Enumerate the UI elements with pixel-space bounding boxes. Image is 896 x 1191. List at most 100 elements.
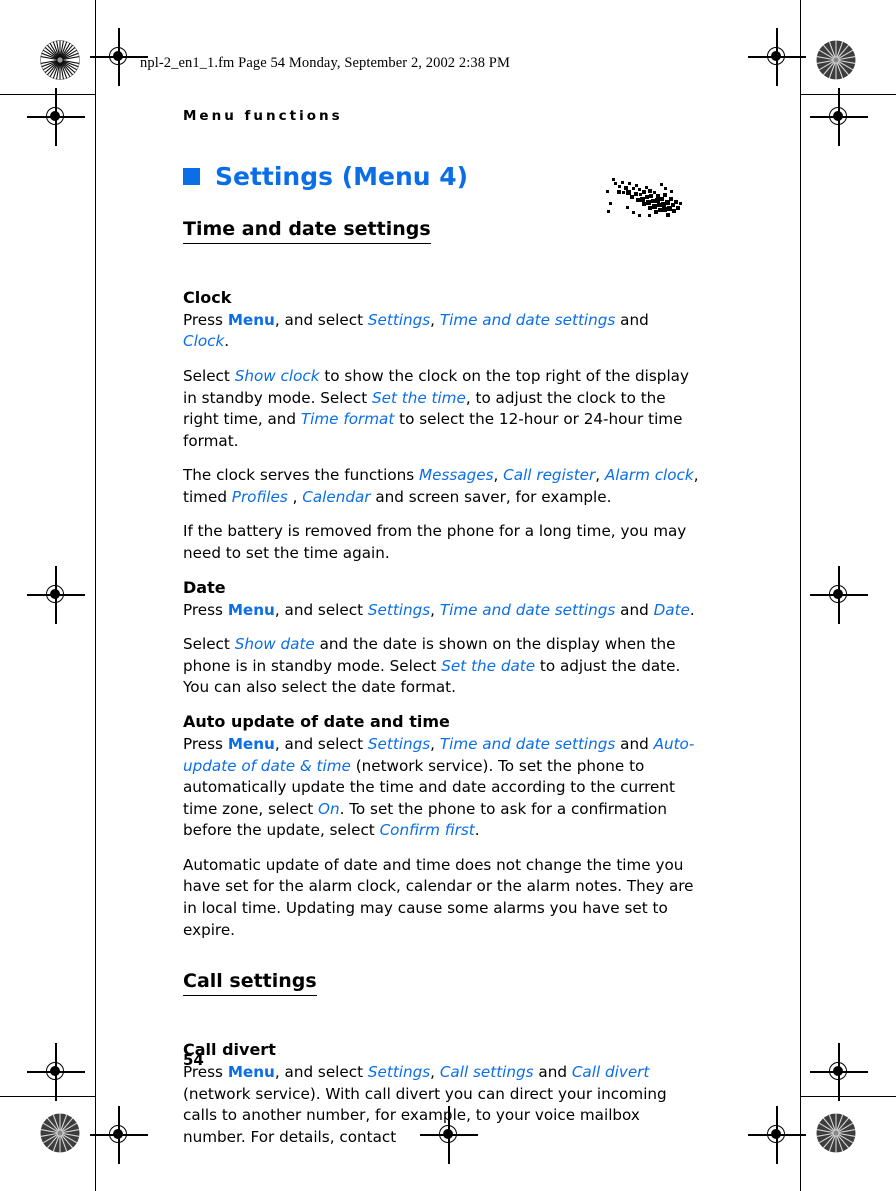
text-run: and bbox=[615, 310, 649, 329]
menu-item-reference: Messages bbox=[419, 466, 494, 485]
star-density-target-bottom-left bbox=[40, 1113, 80, 1153]
body-paragraph: If the battery is removed from the phone… bbox=[183, 521, 699, 564]
text-run: . bbox=[474, 821, 480, 840]
body-paragraph: Select Show clock to show the clock on t… bbox=[183, 366, 699, 452]
registration-target-upper-right bbox=[810, 88, 868, 146]
file-header-stamp: npl-2_en1_1.fm Page 54 Monday, September… bbox=[140, 55, 510, 71]
menu-item-reference: Date bbox=[653, 600, 690, 619]
star-density-target-bottom-right bbox=[816, 1113, 856, 1153]
trim-line-bottom-right bbox=[801, 1096, 896, 1098]
body-paragraph: Press Menu, and select Settings, Time an… bbox=[183, 600, 699, 622]
text-run: , and select bbox=[274, 600, 368, 619]
registration-target-bottom-left bbox=[90, 1106, 148, 1164]
text-run: Press bbox=[183, 310, 228, 329]
menu-item-reference: Time format bbox=[300, 410, 395, 429]
page-number: 54 bbox=[183, 1051, 204, 1069]
section: Time and date settings bbox=[183, 218, 699, 266]
body-paragraph: Press Menu, and select Settings, Call se… bbox=[183, 1062, 699, 1148]
body-paragraph: Press Menu, and select Settings, Time an… bbox=[183, 734, 699, 842]
text-run: and screen saver, for example. bbox=[370, 487, 612, 506]
text-run: . bbox=[689, 600, 695, 619]
menu-item-reference: Call settings bbox=[439, 1062, 534, 1081]
trim-line-top-left bbox=[0, 94, 95, 96]
section-heading: Time and date settings bbox=[183, 218, 431, 244]
running-head: Menu functions bbox=[183, 108, 343, 124]
text-run: , and select bbox=[274, 1062, 368, 1081]
document-page: npl-2_en1_1.fm Page 54 Monday, September… bbox=[0, 0, 896, 1191]
text-run: , bbox=[493, 466, 504, 485]
section: Call settings bbox=[183, 970, 699, 1018]
sections-container: Time and date settings Clock Press Menu, a… bbox=[183, 218, 699, 1148]
key-label: Menu bbox=[227, 734, 275, 753]
body-paragraph: Select Show date and the date is shown o… bbox=[183, 634, 699, 699]
menu-item-reference: Settings bbox=[367, 734, 431, 753]
trim-line-top-right bbox=[801, 94, 896, 96]
text-run: and bbox=[615, 734, 654, 753]
body-paragraph: Press Menu, and select Settings, Time an… bbox=[183, 310, 699, 353]
text-run: and bbox=[615, 600, 654, 619]
registration-target-top-right bbox=[748, 28, 806, 86]
text-run: The clock serves the functions bbox=[183, 466, 420, 485]
text-run: Select bbox=[183, 367, 235, 385]
text-run: and bbox=[533, 1062, 572, 1081]
menu-item-reference: Settings bbox=[367, 310, 431, 329]
chapter-title-row: Settings (Menu 4) bbox=[183, 164, 699, 189]
text-run: Press bbox=[183, 734, 228, 753]
registration-target-top-left bbox=[90, 28, 148, 86]
menu-item-reference: Show date bbox=[234, 635, 315, 654]
square-bullet-icon bbox=[183, 168, 200, 185]
trim-line-right bbox=[800, 0, 802, 1191]
menu-item-reference: Show clock bbox=[234, 367, 320, 385]
text-run: , bbox=[430, 734, 440, 753]
text-run: , bbox=[287, 487, 303, 506]
text-run: , and select bbox=[274, 734, 368, 753]
subsection-heading: Auto update of date and time bbox=[183, 711, 450, 731]
subsection-heading: Date bbox=[183, 577, 226, 597]
text-run: , bbox=[430, 310, 440, 329]
subsection-heading: Clock bbox=[183, 287, 232, 307]
menu-item-reference: Set the date bbox=[441, 656, 536, 675]
text-run: Press bbox=[183, 600, 228, 619]
menu-item-reference: Clock bbox=[183, 332, 225, 351]
text-run: , and select bbox=[274, 310, 368, 329]
trim-line-bottom-left bbox=[0, 1096, 95, 1098]
subsection-heading: Call divert bbox=[183, 1039, 276, 1059]
text-run: , bbox=[430, 1062, 440, 1081]
menu-item-reference: Time and date settings bbox=[439, 734, 616, 753]
menu-item-reference: Call divert bbox=[571, 1062, 650, 1081]
text-run: . bbox=[224, 332, 230, 351]
registration-target-mid-left bbox=[27, 566, 85, 624]
key-label: Menu bbox=[227, 310, 275, 329]
text-run: , bbox=[595, 466, 605, 485]
key-label: Menu bbox=[227, 1062, 275, 1081]
menu-item-reference: Time and date settings bbox=[439, 600, 616, 619]
section-heading: Call settings bbox=[183, 970, 317, 996]
star-density-target-top-right bbox=[816, 40, 856, 80]
trim-line-left bbox=[95, 0, 97, 1191]
star-density-target-top-left bbox=[40, 40, 80, 80]
text-run: Automatic update of date and time does n… bbox=[183, 855, 694, 939]
registration-target-lower-right bbox=[810, 1043, 868, 1101]
key-label: Menu bbox=[227, 600, 275, 619]
menu-item-reference: Settings bbox=[367, 600, 431, 619]
registration-target-bottom-right bbox=[748, 1106, 806, 1164]
menu-item-reference: Call register bbox=[503, 466, 596, 485]
menu-item-reference: Profiles bbox=[231, 487, 288, 506]
menu-item-reference: Set the time bbox=[371, 388, 466, 407]
menu-item-reference: Alarm clock bbox=[604, 466, 694, 485]
text-run: If the battery is removed from the phone… bbox=[183, 522, 687, 563]
registration-target-mid-right bbox=[810, 566, 868, 624]
menu-item-reference: Calendar bbox=[302, 487, 371, 506]
text-run: (network service). With call divert you … bbox=[183, 1084, 667, 1146]
registration-target-lower-left bbox=[27, 1043, 85, 1101]
text-run: Select bbox=[183, 635, 235, 654]
page-title: Settings (Menu 4) bbox=[215, 162, 469, 191]
body-paragraph: The clock serves the functions Messages,… bbox=[183, 465, 699, 508]
menu-item-reference: Settings bbox=[367, 1062, 431, 1081]
menu-item-reference: On bbox=[317, 799, 340, 818]
text-run: , bbox=[430, 600, 440, 619]
menu-item-reference: Confirm first bbox=[379, 821, 475, 840]
menu-item-reference: Time and date settings bbox=[439, 310, 616, 329]
document-content: Menu functions Settings (Menu 4) Time an… bbox=[183, 108, 699, 1148]
body-paragraph: Automatic update of date and time does n… bbox=[183, 855, 699, 941]
